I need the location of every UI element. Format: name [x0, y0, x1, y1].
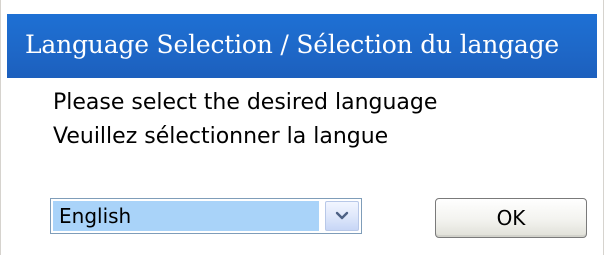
window-title: Language Selection / Sélection du langag… — [25, 30, 559, 59]
language-select-value[interactable]: English — [53, 201, 319, 231]
language-dialog: Language Selection / Sélection du langag… — [0, 0, 604, 255]
prompt-french: Veuillez sélectionner la langue — [53, 124, 389, 149]
ok-button[interactable]: OK — [435, 198, 587, 238]
dialog-body: Please select the desired language Veuil… — [7, 78, 597, 255]
dropdown-button[interactable] — [325, 201, 359, 231]
language-select[interactable]: English — [50, 198, 362, 234]
selected-language: English — [59, 204, 132, 228]
chevron-down-icon — [335, 211, 349, 220]
title-bar[interactable]: Language Selection / Sélection du langag… — [7, 14, 597, 78]
prompt-english: Please select the desired language — [53, 90, 438, 115]
